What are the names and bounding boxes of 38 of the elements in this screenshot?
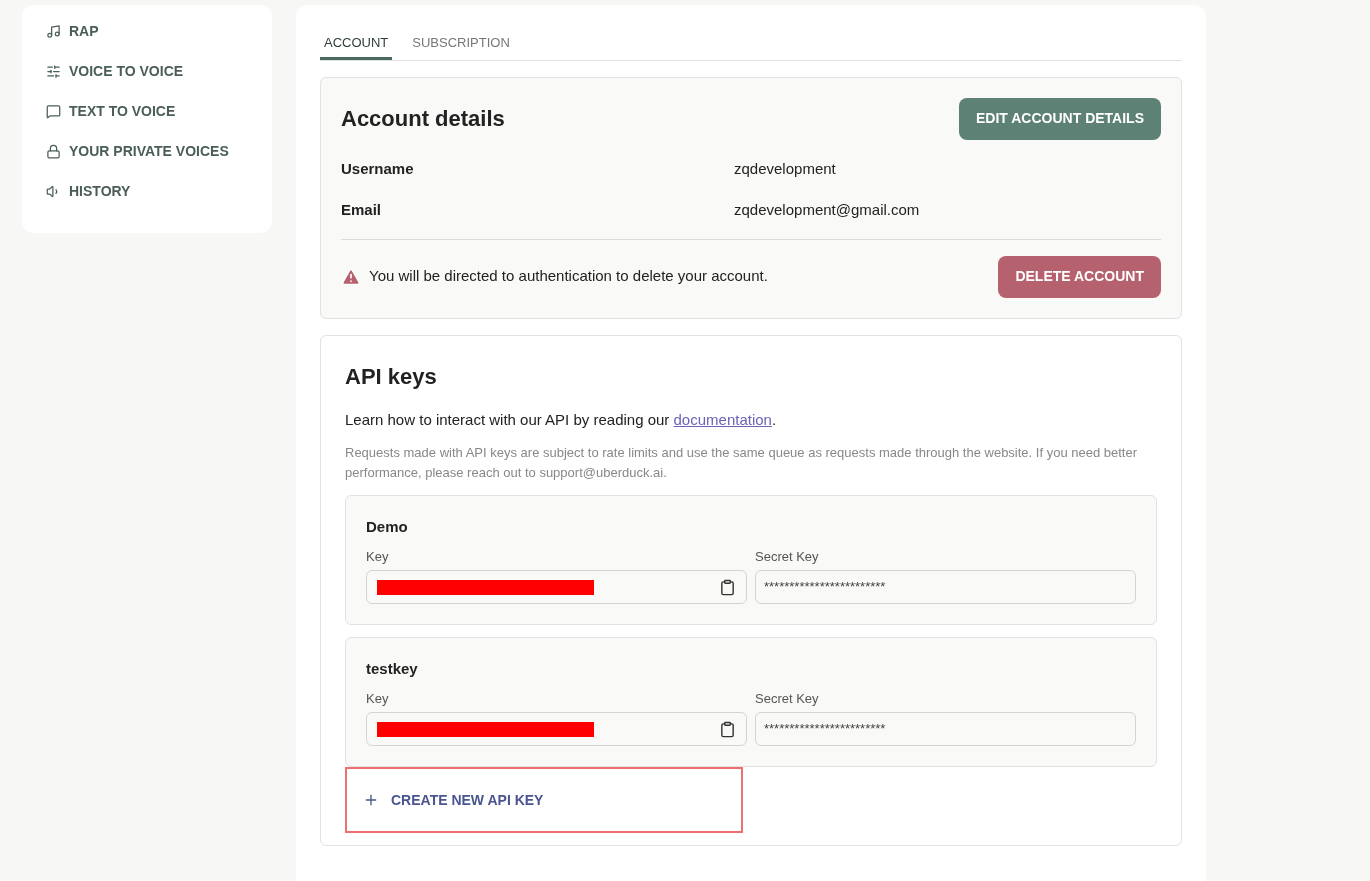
card-title: Account details bbox=[341, 104, 505, 133]
sliders-icon bbox=[46, 64, 61, 79]
clipboard-icon[interactable] bbox=[719, 578, 736, 596]
field-label: Key bbox=[366, 689, 390, 708]
key-name: Demo bbox=[366, 517, 409, 537]
delete-account-button[interactable]: DELETE ACCOUNT bbox=[998, 255, 1161, 298]
clipboard-icon[interactable] bbox=[719, 720, 736, 738]
warning-icon bbox=[341, 266, 361, 287]
sidebar-item[interactable]: RAP bbox=[46, 21, 272, 42]
sidebar-item[interactable]: TEXT TO VOICE bbox=[46, 101, 272, 122]
sidebar-item[interactable]: VOICE TO VOICE bbox=[46, 61, 272, 82]
music-note-icon bbox=[46, 24, 61, 39]
secret-key-field[interactable]: ************************ bbox=[755, 712, 1136, 746]
key-field[interactable] bbox=[366, 570, 747, 604]
tab[interactable]: SUBSCRIPTION bbox=[404, 33, 518, 60]
documentation-link[interactable]: documentation bbox=[673, 410, 772, 428]
tab[interactable]: ACCOUNT bbox=[320, 33, 393, 60]
edit-account-button[interactable]: EDIT ACCOUNT DETAILS bbox=[959, 97, 1161, 140]
key-field[interactable] bbox=[366, 712, 747, 746]
create-api-key-button[interactable]: CREATE NEW API KEY bbox=[345, 767, 743, 833]
field-label: Secret Key bbox=[755, 547, 820, 566]
intro-text: Learn how to interact with our API by reading our documentation. bbox=[345, 409, 778, 430]
field-label: Username bbox=[341, 158, 415, 179]
field-value: zqdevelopment@gmail.com bbox=[734, 200, 920, 220]
rate-limit-note: Requests made with API keys are subject to rate limits and use the same queue as requests made through the website. If you need better performance, please reach out to support@uberduck.ai. bbox=[345, 444, 1138, 482]
speech-bubble-icon bbox=[46, 104, 61, 119]
lock-icon bbox=[46, 144, 61, 159]
sidebar-item[interactable]: HISTORY bbox=[46, 181, 272, 202]
field-value: zqdevelopment bbox=[734, 158, 836, 179]
field-label: Email bbox=[341, 200, 383, 220]
key-name: testkey bbox=[366, 659, 419, 679]
field-label: Key bbox=[366, 547, 390, 566]
plus-icon bbox=[363, 792, 379, 808]
sidebar-item[interactable]: YOUR PRIVATE VOICES bbox=[46, 141, 272, 162]
card-title: API keys bbox=[345, 362, 438, 391]
secret-key-field[interactable]: ************************ bbox=[755, 570, 1136, 604]
warning-text: You will be directed to authentication to delete your account. bbox=[369, 266, 768, 287]
field-label: Secret Key bbox=[755, 689, 820, 708]
